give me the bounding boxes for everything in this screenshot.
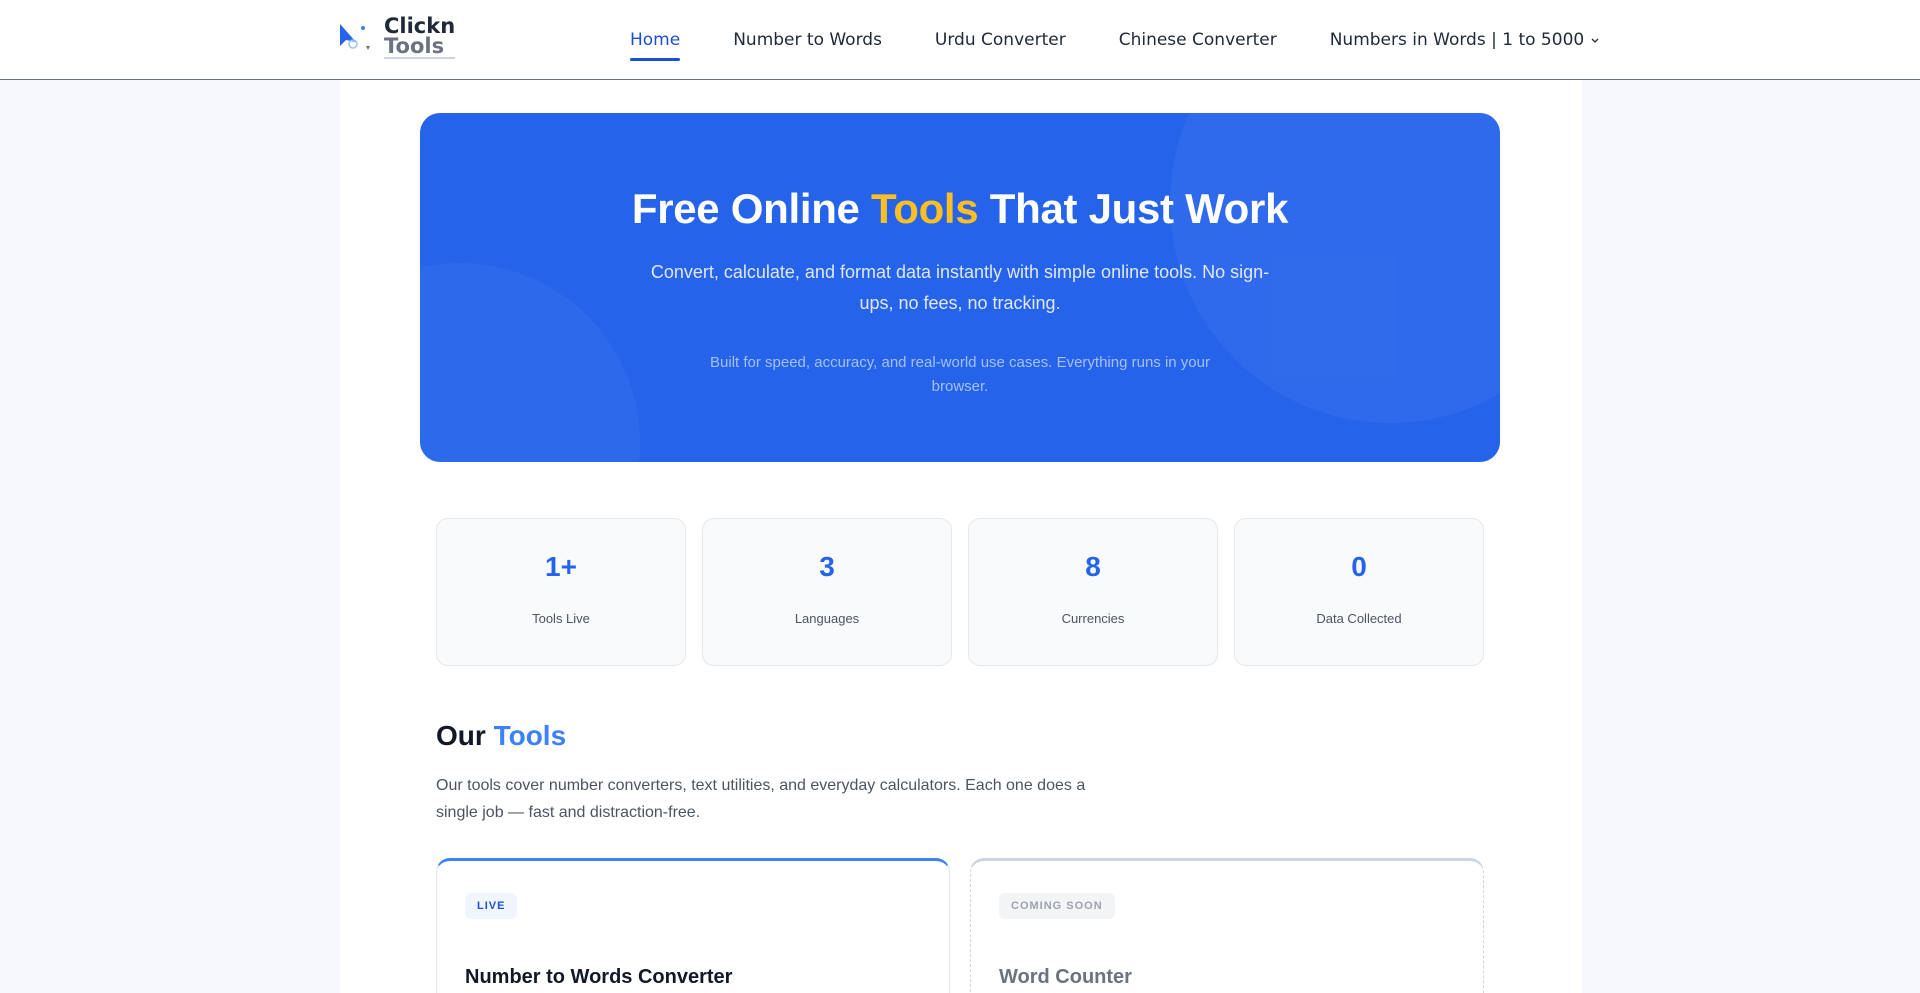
- cursor-logo-icon: [340, 24, 370, 50]
- stat-label: Languages: [794, 611, 860, 626]
- stat-label: Currencies: [1061, 611, 1125, 626]
- nav-number-to-words[interactable]: Number to Words: [733, 22, 882, 58]
- hero-title-accent: Tools: [870, 185, 979, 232]
- hero-subtitle: Convert, calculate, and format data inst…: [650, 262, 1270, 313]
- site-logo[interactable]: Clickn Tools: [338, 16, 470, 62]
- tool-card-number-to-words[interactable]: LIVE Number to Words Converter: [436, 858, 950, 993]
- stat-label: Data Collected: [1316, 611, 1402, 626]
- nav-urdu-converter[interactable]: Urdu Converter: [935, 22, 1066, 58]
- stat-card-languages: 3 Languages: [702, 518, 952, 666]
- main-nav: Home Number to Words Urdu Converter Chin…: [630, 0, 1600, 80]
- nav-home[interactable]: Home: [630, 22, 681, 61]
- main-content: Free Online Tools That Just Work Convert…: [340, 80, 1582, 993]
- logo-text-tools: Tools: [384, 36, 456, 59]
- hero-title: Free Online Tools That Just Work: [420, 185, 1500, 233]
- section-title-accent: Tools: [493, 720, 567, 751]
- chevron-down-icon: [1591, 38, 1599, 43]
- coming-soon-badge: COMING SOON: [999, 893, 1115, 919]
- hero-banner: Free Online Tools That Just Work Convert…: [420, 113, 1500, 462]
- stat-value: 3: [819, 551, 835, 582]
- stat-card-currencies: 8 Currencies: [968, 518, 1218, 666]
- hero-decoration-circle: [420, 263, 640, 462]
- stats-row: 1+ Tools Live 3 Languages 8 Currencies 0…: [436, 518, 1484, 666]
- nav-numbers-in-words-dropdown[interactable]: Numbers in Words | 1 to 5000: [1330, 22, 1601, 58]
- stat-value: 0: [1351, 551, 1367, 582]
- site-header: Clickn Tools Home Number to Words Urdu C…: [0, 0, 1920, 80]
- hero-note: Built for speed, accuracy, and real-worl…: [710, 354, 1210, 395]
- stat-value: 1+: [545, 551, 577, 582]
- stat-card-data-collected: 0 Data Collected: [1234, 518, 1484, 666]
- live-badge: LIVE: [465, 893, 518, 919]
- tools-section-title: Our Tools: [436, 720, 566, 752]
- nav-numbers-in-words-label: Numbers in Words | 1 to 5000: [1329, 30, 1585, 50]
- tool-card-word-counter: COMING SOON Word Counter: [970, 858, 1484, 993]
- tool-card-title: Word Counter: [999, 966, 1132, 988]
- tool-card-title: Number to Words Converter: [465, 966, 733, 988]
- hero-title-part: Free Online: [631, 185, 871, 232]
- logo-text-clickn: Clickn: [384, 14, 456, 38]
- tools-section-description: Our tools cover number converters, text …: [436, 777, 1086, 821]
- section-title-part: Our: [436, 720, 494, 751]
- stat-label: Tools Live: [532, 611, 590, 626]
- stat-value: 8: [1085, 551, 1101, 582]
- nav-chinese-converter[interactable]: Chinese Converter: [1119, 22, 1277, 58]
- hero-title-part: That Just Work: [978, 185, 1289, 232]
- stat-card-tools-live: 1+ Tools Live: [436, 518, 686, 666]
